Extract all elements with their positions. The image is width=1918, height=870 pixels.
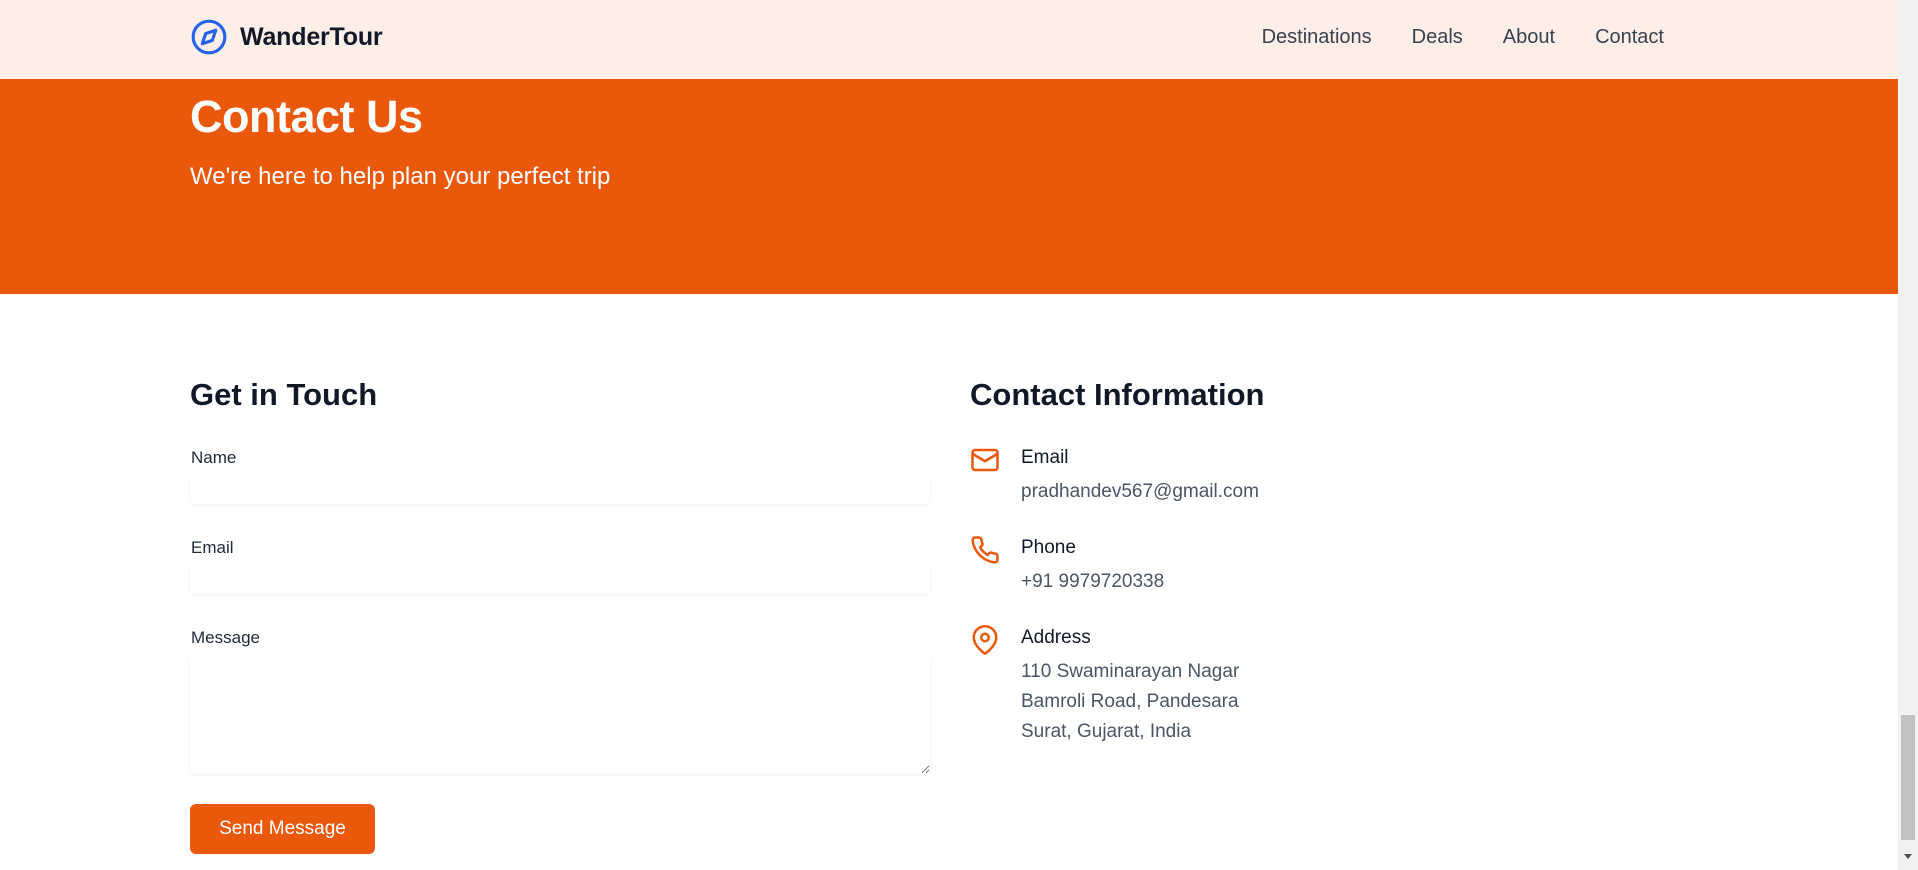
message-textarea[interactable] <box>190 654 930 774</box>
email-label: Email <box>191 538 234 557</box>
address-line-3: Surat, Gujarat, India <box>1021 721 1192 742</box>
hero-banner: Contact Us We're here to help plan your … <box>0 79 1898 294</box>
address-info-label: Address <box>1021 627 1091 648</box>
name-label: Name <box>191 448 237 467</box>
top-navbar: WanderTour Destinations Deals About Cont… <box>0 0 1898 79</box>
message-label: Message <box>191 628 260 647</box>
nav-link-about[interactable]: About <box>1503 26 1555 49</box>
nav-link-destinations[interactable]: Destinations <box>1262 26 1372 49</box>
compass-icon <box>191 19 227 55</box>
scrollbar-thumb[interactable] <box>1901 715 1915 840</box>
brand-logo-link[interactable]: WanderTour <box>190 18 383 56</box>
phone-info-label: Phone <box>1021 537 1076 558</box>
nav-links: Destinations Deals About Contact <box>1262 26 1664 49</box>
phone-icon <box>971 536 999 564</box>
map-pin-icon <box>972 625 998 655</box>
brand-name: WanderTour <box>240 22 383 51</box>
email-info-value: pradhandev567@gmail.com <box>1021 481 1259 502</box>
hero-subtitle: We're here to help plan your perfect tri… <box>190 163 611 190</box>
contact-info-title: Contact Information <box>970 377 1265 412</box>
scroll-down-arrow-icon[interactable] <box>1902 850 1914 862</box>
page-title: Contact Us <box>190 91 423 142</box>
phone-info-value: +91 9979720338 <box>1021 571 1165 592</box>
email-info-label: Email <box>1021 447 1069 468</box>
nav-link-contact[interactable]: Contact <box>1595 26 1664 49</box>
form-title: Get in Touch <box>190 377 378 412</box>
name-field[interactable] <box>190 474 930 504</box>
address-info-value: 110 Swaminarayan Nagar Bamroli Road, Pan… <box>1021 657 1239 747</box>
page-scrollbar[interactable] <box>1898 0 1918 870</box>
address-line-2: Bamroli Road, Pandesara <box>1021 691 1239 712</box>
email-field[interactable] <box>190 564 930 594</box>
address-line-1: 110 Swaminarayan Nagar <box>1021 661 1240 682</box>
nav-link-deals[interactable]: Deals <box>1412 26 1463 49</box>
mail-icon <box>971 448 999 472</box>
send-message-button[interactable]: Send Message <box>190 804 375 854</box>
